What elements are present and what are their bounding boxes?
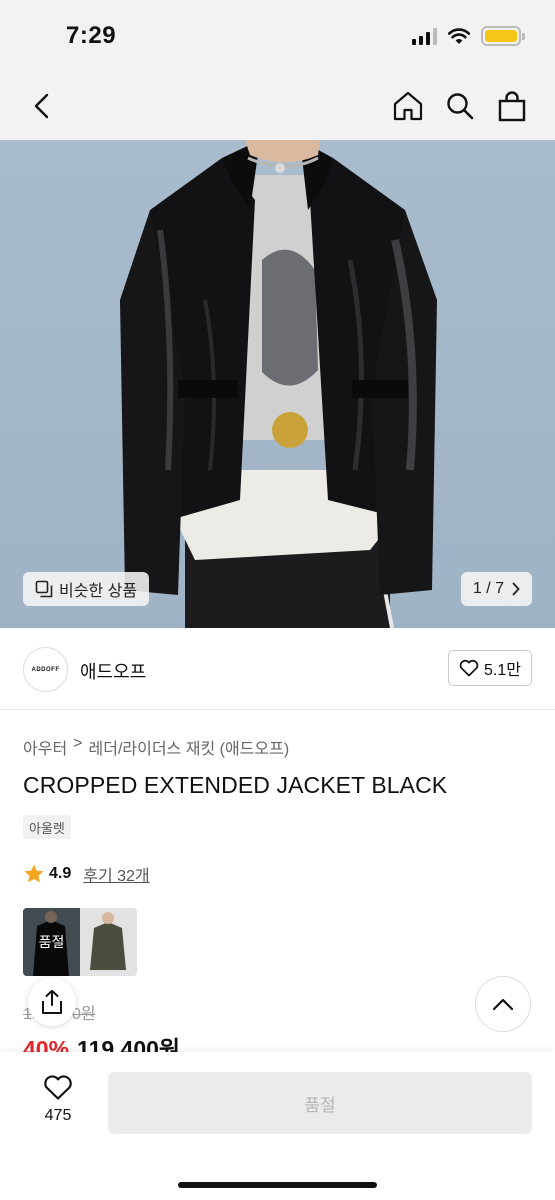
product-photo (120, 140, 437, 628)
search-button[interactable] (439, 86, 481, 126)
signal-icon (412, 27, 437, 45)
rating: 4.9 후기 32개 (23, 862, 150, 886)
soldout-button[interactable]: 품절 (108, 1072, 532, 1134)
brand-like-button[interactable]: 5.1만 (448, 650, 532, 686)
soldout-overlay: 품절 (23, 908, 80, 976)
color-option-black[interactable]: 품절 (23, 908, 80, 976)
image-pager[interactable]: 1 / 7 (460, 572, 532, 606)
thumbnail-image (80, 908, 137, 976)
status-time: 7:29 (66, 22, 117, 49)
breadcrumb: 아우터 > 레더/라이더스 재킷 (애드오프) (23, 735, 289, 759)
chevron-left-icon (34, 93, 49, 119)
nav-bar (0, 70, 555, 140)
search-icon (447, 93, 474, 120)
brand-logo-text: ADDOFF (31, 666, 60, 673)
outlet-tag: 아울렛 (23, 815, 71, 839)
color-option-khaki[interactable] (80, 908, 137, 976)
home-indicator (178, 1182, 377, 1188)
rating-value: 4.9 (49, 865, 72, 882)
star-icon (24, 864, 44, 883)
color-options: 품절 (23, 908, 137, 976)
scroll-top-button[interactable] (475, 976, 531, 1032)
share-icon (42, 989, 62, 1014)
brand-name[interactable]: 애드오프 (80, 658, 146, 684)
brand-like-count: 5.1만 (484, 662, 521, 679)
brand-logo[interactable]: ADDOFF (23, 647, 68, 692)
chevron-up-icon (492, 998, 514, 1011)
back-button[interactable] (22, 86, 62, 126)
brand-row: ADDOFF 애드오프 5.1만 (0, 628, 555, 710)
cart-button[interactable] (491, 86, 533, 126)
similar-products-label: 비슷한 상품 (59, 583, 138, 600)
product-image[interactable]: 비슷한 상품 1 / 7 (0, 140, 555, 628)
breadcrumb-subcategory[interactable]: 레더/라이더스 재킷 (애드오프) (89, 735, 290, 759)
breadcrumb-category[interactable]: 아우터 (23, 735, 67, 759)
product-like-button[interactable]: 475 (30, 1074, 86, 1125)
nav-actions (387, 86, 533, 126)
heart-icon (459, 659, 479, 677)
chevron-right-icon (512, 582, 520, 596)
similar-items-icon (35, 580, 53, 598)
bottom-bar: 475 품절 (0, 1052, 555, 1200)
review-link[interactable]: 후기 32개 (83, 862, 149, 886)
product-title: CROPPED EXTENDED JACKET BLACK (23, 772, 448, 798)
product-like-count: 475 (44, 1107, 72, 1124)
battery-icon (481, 26, 525, 46)
status-bar: 7:29 (0, 0, 555, 70)
wifi-icon (447, 28, 471, 44)
similar-products-button[interactable]: 비슷한 상품 (23, 572, 150, 606)
status-icons (412, 26, 525, 46)
heart-icon (44, 1075, 72, 1100)
share-button[interactable] (28, 978, 76, 1026)
home-button[interactable] (387, 86, 429, 126)
home-icon (393, 91, 423, 121)
image-pager-count: 1 / 7 (472, 580, 504, 597)
breadcrumb-separator: > (73, 735, 83, 752)
bag-icon (498, 91, 526, 122)
